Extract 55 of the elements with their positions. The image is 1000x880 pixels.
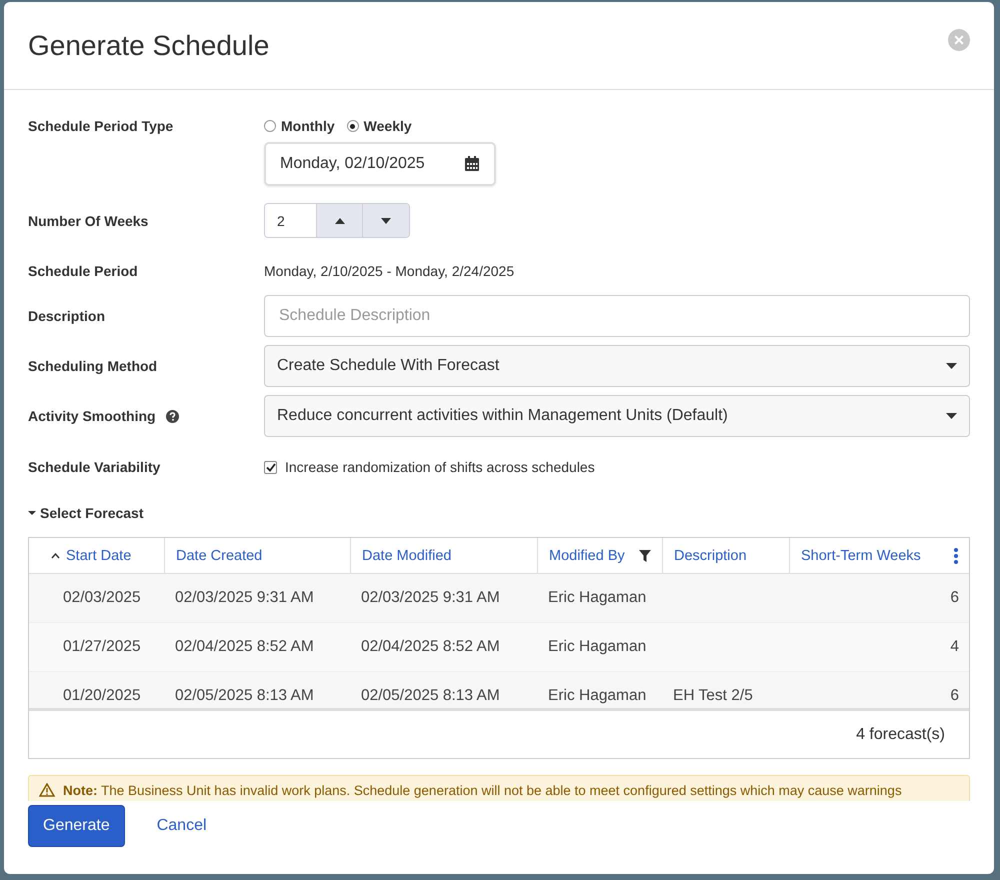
table-cell: EH Test 2/5 [673,687,753,705]
caret-down-icon [946,413,957,419]
checkbox-label: Increase randomization of shifts across schedules [285,459,595,475]
field-label: Number Of Weeks [28,212,148,228]
generate-button[interactable]: Generate [28,805,125,847]
table-cell: 6 [950,687,959,705]
caret-up-icon [334,218,344,224]
radio-label: Weekly [364,118,412,134]
radio-button[interactable] [264,120,276,132]
table-cell: 02/05/2025 8:13 AM [175,687,314,705]
field-label: Scheduling Method [28,358,158,374]
warning-text: Note: The Business Unit has invalid work plans. Schedule generation will not be able to meet configured settings which may cause warnings [63,783,902,799]
table-cell: Eric Hagaman [548,638,646,656]
table-cell: 02/04/2025 8:52 AM [175,638,314,656]
table-cell: 02/03/2025 [63,589,141,607]
table-cell: Eric Hagaman [548,589,646,607]
caret-down-icon [946,363,957,369]
dropdown-value: Create Schedule With Forecast [277,357,500,375]
table-cell: 01/27/2025 [63,638,141,656]
description-field[interactable]: Schedule Description [264,295,970,337]
field-label: Activity Smoothing [28,408,156,424]
table-cell: 02/04/2025 8:52 AM [361,638,500,656]
smoothing-dropdown[interactable]: Reduce concurrent activities within Management Units (Default) [264,395,970,437]
table-cell: 02/03/2025 9:31 AM [361,589,500,607]
table-cell: 01/20/2025 [63,687,141,705]
check-icon [266,462,276,472]
date-field[interactable]: Monday, 02/10/2025 [264,142,496,186]
filter-icon [639,550,651,562]
more-options-icon[interactable] [954,548,958,564]
table-cell: 6 [950,589,959,607]
caret-down-icon [28,509,36,517]
radio-label: Monthly [281,118,335,134]
dropdown-value: Reduce concurrent activities within Management Units (Default) [277,407,728,425]
warning-icon [39,783,55,797]
section-toggle[interactable]: Select Forecast [28,505,144,521]
help-icon [166,410,179,422]
field-label: Schedule Period [28,263,138,279]
calendar-icon [464,156,480,172]
radio-button[interactable] [346,120,359,132]
method-dropdown[interactable]: Create Schedule With Forecast [264,345,970,387]
table-cell: Eric Hagaman [548,687,646,705]
forecast-count: 4 forecast(s) [856,726,945,744]
sort-up-icon [51,552,60,558]
table-cell: 02/03/2025 9:31 AM [175,589,314,607]
period-text: Monday, 2/10/2025 - Monday, 2/24/2025 [264,263,514,279]
field-label: Schedule Variability [28,459,160,475]
cancel-link[interactable]: Cancel [156,817,207,835]
field-label: Description [28,308,106,324]
checkbox[interactable] [264,460,277,474]
field-label: Schedule Period Type [28,118,174,134]
table-cell: 4 [950,638,959,656]
dialog-title: Generate Schedule [28,30,270,62]
date-value: Monday, 02/10/2025 [280,155,425,173]
caret-down-icon [381,218,391,224]
table-cell: 02/05/2025 8:13 AM [361,687,500,705]
